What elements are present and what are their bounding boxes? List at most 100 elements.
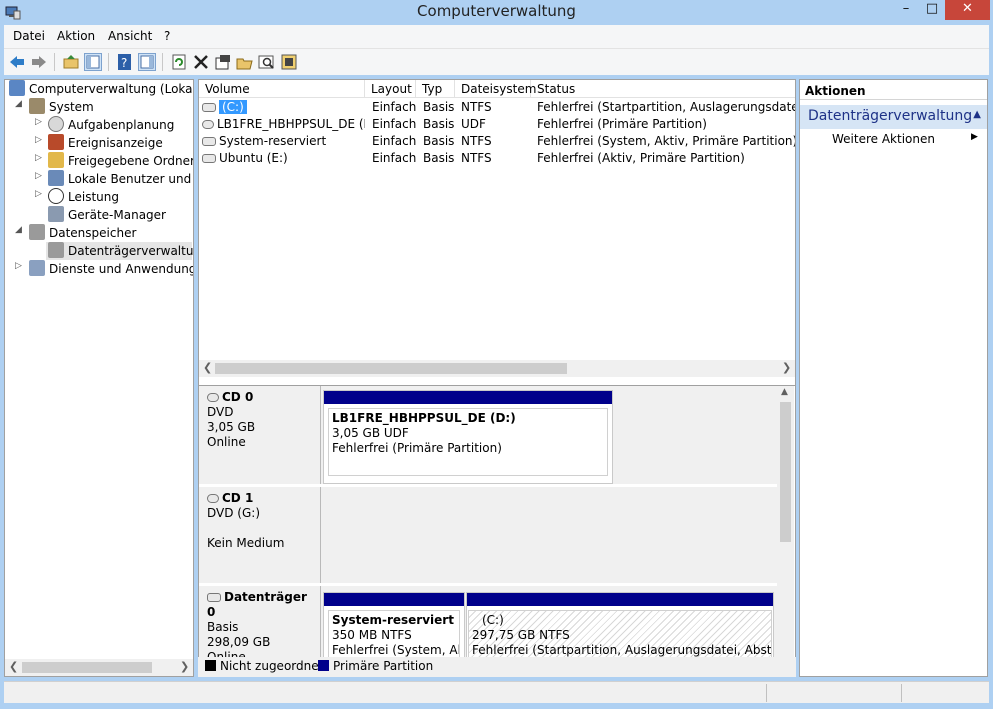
scroll-left-icon[interactable]: ❮	[203, 361, 212, 374]
column-layout[interactable]: Layout	[365, 80, 416, 98]
volume-typ: Basis	[423, 151, 455, 165]
partition-bar	[467, 593, 773, 606]
delete-icon[interactable]	[192, 53, 210, 71]
tree-item-root[interactable]: Computerverwaltung (Lokal)	[9, 80, 194, 98]
disk-row-cd1[interactable]: CD 1 DVD (G:) Kein Medium	[199, 487, 777, 585]
forward-icon[interactable]	[30, 53, 48, 71]
tree-label: System	[49, 100, 94, 114]
scrollbar-thumb[interactable]	[215, 363, 567, 374]
partition-title: (C:)	[482, 613, 504, 627]
disk-state: Online	[207, 435, 246, 449]
partition-title: LB1FRE_HBHPPSUL_DE (D:)	[332, 411, 516, 425]
partition-status: Fehlerfrei (System, Aktiv	[332, 643, 459, 657]
tree-item-lokale-benutzer[interactable]: Lokale Benutzer und Gruppen	[48, 170, 193, 188]
disk-type: DVD	[207, 405, 234, 419]
disk-management-icon	[48, 242, 64, 258]
volume-fs: NTFS	[461, 151, 492, 165]
tree-item-datenspeicher[interactable]: Datenspeicher	[29, 224, 136, 242]
volume-status: Fehlerfrei (Primäre Partition)	[537, 117, 707, 131]
tree-horizontal-scrollbar[interactable]: ❮ ❯	[5, 659, 193, 676]
column-status[interactable]: Status	[531, 80, 795, 98]
tree-label: Dienste und Anwendungen	[49, 262, 193, 276]
tree-label: Computerverwaltung (Lokal)	[29, 82, 194, 96]
volume-row[interactable]: (C:) Einfach Basis NTFS Fehlerfrei (Star…	[199, 99, 795, 116]
maximize-button[interactable]: □	[919, 0, 945, 20]
volume-status: Fehlerfrei (System, Aktiv, Primäre Parti…	[537, 134, 795, 148]
column-dateisystem[interactable]: Dateisystem	[455, 80, 536, 98]
partition-size: 3,05 GB UDF	[332, 426, 409, 440]
shared-folder-icon	[48, 152, 64, 168]
properties-icon[interactable]	[214, 53, 232, 71]
collapse-icon[interactable]: ◢	[15, 99, 22, 109]
scroll-right-icon[interactable]: ❯	[180, 660, 189, 673]
legend: Nicht zugeordnet Primäre Partition	[198, 657, 796, 677]
column-volume[interactable]: Volume	[199, 80, 365, 98]
tree-item-ereignisanzeige[interactable]: Ereignisanzeige	[48, 134, 163, 152]
tree-label: Datenspeicher	[49, 226, 137, 240]
collapse-icon[interactable]: ◢	[15, 225, 22, 235]
legend-primary-label: Primäre Partition	[333, 659, 434, 673]
check-disk-icon[interactable]	[280, 53, 298, 71]
refresh-icon[interactable]	[170, 53, 188, 71]
minimize-button[interactable]: –	[893, 0, 919, 20]
open-icon[interactable]	[236, 53, 254, 71]
disk-row-cd0[interactable]: CD 0 DVD 3,05 GB Online LB1FRE_HBHPPSUL_…	[199, 386, 777, 486]
volume-layout: Einfach	[372, 100, 417, 114]
expand-icon[interactable]: ▷	[35, 189, 42, 199]
show-hide-action-pane-icon[interactable]	[138, 53, 156, 71]
partition-d[interactable]: LB1FRE_HBHPPSUL_DE (D:) 3,05 GB UDF Fehl…	[323, 390, 613, 484]
toolbar-separator	[54, 53, 55, 71]
menu-ansicht[interactable]: Ansicht	[108, 29, 152, 43]
disk-type: DVD (G:)	[207, 506, 260, 520]
legend-unallocated-label: Nicht zugeordnet	[220, 659, 324, 673]
scrollbar-thumb[interactable]	[780, 402, 791, 542]
scroll-up-icon[interactable]: ▲	[781, 387, 788, 397]
expand-icon[interactable]: ▷	[35, 171, 42, 181]
expand-icon[interactable]: ▷	[15, 261, 22, 271]
tree-item-leistung[interactable]: Leistung	[48, 188, 119, 206]
disk-view-vertical-scrollbar[interactable]: ▲ ▼	[777, 386, 794, 676]
actions-group-datentraegerverwaltung[interactable]: Datenträgerverwaltung ▲	[800, 105, 987, 129]
menu-aktion[interactable]: Aktion	[57, 29, 95, 43]
tree-item-aufgabenplanung[interactable]: Aufgabenplanung	[48, 116, 174, 134]
scroll-left-icon[interactable]: ❮	[9, 660, 18, 673]
tree-item-datentraegerverwaltung[interactable]: Datenträgerverwaltung	[46, 242, 193, 260]
tree-label: Aufgabenplanung	[68, 118, 175, 132]
volume-name: (C:)	[219, 100, 247, 114]
disk-name: CD 1	[222, 491, 254, 505]
disk-info: CD 1 DVD (G:) Kein Medium	[199, 487, 321, 583]
help-icon[interactable]: ?	[116, 53, 134, 71]
tree-item-system[interactable]: System	[29, 98, 94, 116]
collapse-up-icon[interactable]: ▲	[973, 109, 981, 120]
volume-list-horizontal-scrollbar[interactable]: ❮ ❯	[199, 360, 795, 377]
title-bar: Computerverwaltung – □ ✕	[0, 0, 993, 25]
dvd-icon	[202, 120, 214, 129]
tree-item-dienste[interactable]: Dienste und Anwendungen	[29, 260, 193, 278]
volume-layout: Einfach	[372, 117, 417, 131]
show-hide-tree-icon[interactable]	[84, 53, 102, 71]
volume-row[interactable]: Ubuntu (E:) Einfach Basis NTFS Fehlerfre…	[199, 150, 795, 167]
expand-icon[interactable]: ▷	[35, 153, 42, 163]
column-typ[interactable]: Typ	[416, 80, 455, 98]
tree-item-freigegebene-ordner[interactable]: Freigegebene Ordner	[48, 152, 193, 170]
action-weitere-aktionen[interactable]: Weitere Aktionen	[832, 132, 935, 146]
drive-icon	[202, 103, 216, 112]
svg-text:?: ?	[121, 56, 127, 70]
volume-row[interactable]: System-reserviert Einfach Basis NTFS Feh…	[199, 133, 795, 150]
menu-datei[interactable]: Datei	[13, 29, 45, 43]
scroll-right-icon[interactable]: ❯	[782, 361, 791, 374]
toolbar-separator	[108, 53, 109, 71]
search-icon[interactable]	[258, 53, 276, 71]
tree-item-geraete-manager[interactable]: Geräte-Manager	[48, 206, 166, 224]
expand-icon[interactable]: ▷	[35, 135, 42, 145]
window-title: Computerverwaltung	[417, 2, 576, 20]
volume-row[interactable]: LB1FRE_HBHPPSUL_DE (D:) Einfach Basis UD…	[199, 116, 795, 133]
menu-bar: Datei Aktion Ansicht ?	[4, 25, 989, 48]
back-icon[interactable]	[8, 53, 26, 71]
disk-info: CD 0 DVD 3,05 GB Online	[199, 386, 321, 484]
close-button[interactable]: ✕	[945, 0, 990, 20]
scrollbar-thumb[interactable]	[22, 662, 152, 673]
menu-help[interactable]: ?	[164, 29, 170, 43]
up-folder-icon[interactable]	[62, 53, 80, 71]
expand-icon[interactable]: ▷	[35, 117, 42, 127]
